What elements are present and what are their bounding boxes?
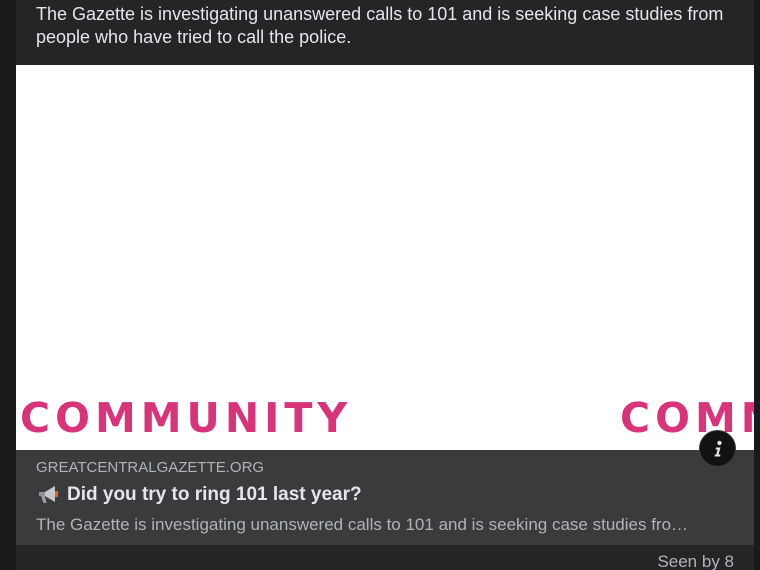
- preview-description: The Gazette is investigating unanswered …: [36, 515, 689, 534]
- shared-post-card: The Gazette is investigating unanswered …: [16, 0, 754, 570]
- post-text: The Gazette is investigating unanswered …: [36, 4, 724, 47]
- preview-meta[interactable]: GREATCENTRALGAZETTE.ORG Did you try to r…: [16, 450, 754, 545]
- info-icon: [710, 440, 726, 458]
- preview-title-row: Did you try to ring 101 last year?: [36, 482, 362, 508]
- megaphone-icon: [36, 482, 62, 508]
- preview-domain: GREATCENTRALGAZETTE.ORG: [36, 459, 265, 476]
- preview-image[interactable]: COMMUNITY COMMUNITY: [16, 65, 754, 450]
- banner-text-repeat: COMMUNITY: [620, 394, 754, 442]
- banner-text: COMMUNITY: [20, 394, 353, 442]
- info-button[interactable]: [699, 430, 736, 467]
- seen-by-status[interactable]: Seen by 8: [657, 551, 734, 570]
- scroll-gutter: [754, 0, 760, 570]
- chat-view: The Gazette is investigating unanswered …: [0, 0, 760, 570]
- link-preview[interactable]: COMMUNITY COMMUNITY GREATCENTRALGAZETTE.…: [16, 65, 754, 545]
- preview-title: Did you try to ring 101 last year?: [67, 484, 362, 505]
